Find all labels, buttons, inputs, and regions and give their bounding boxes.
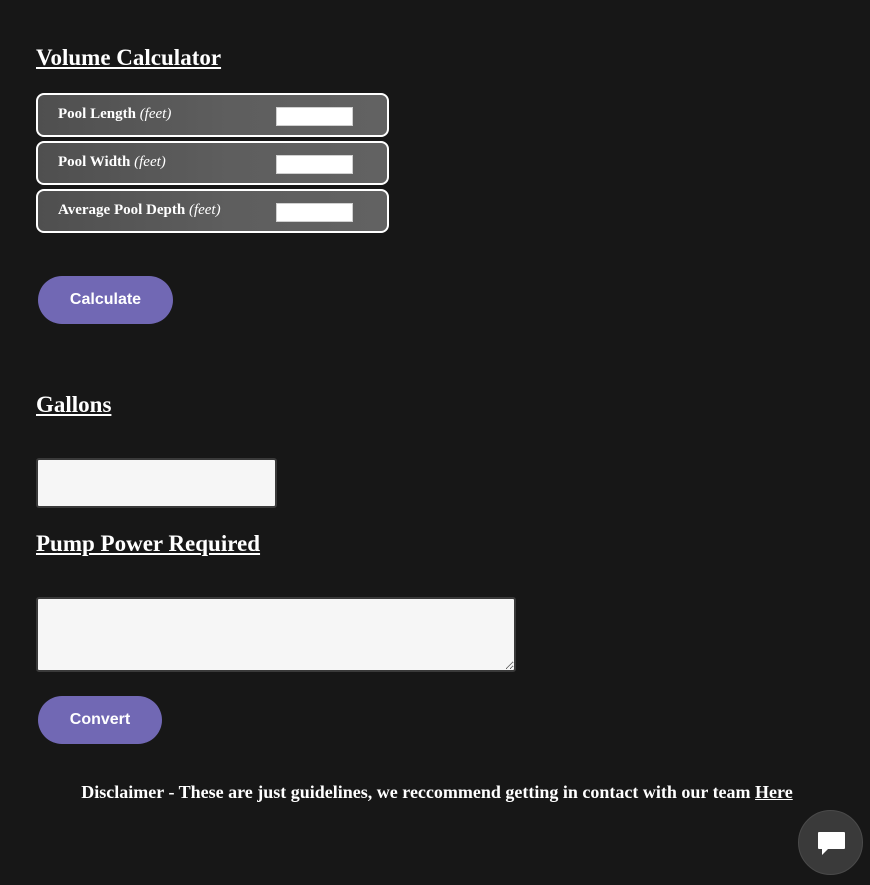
pump-power-output[interactable] <box>36 597 516 672</box>
calculate-button[interactable]: Calculate <box>38 276 173 324</box>
pool-width-unit: (feet) <box>134 154 166 170</box>
pool-width-input[interactable] <box>276 155 353 174</box>
gallons-output[interactable] <box>36 458 277 508</box>
disclaimer-text: Disclaimer - These are just guidelines, … <box>81 782 756 802</box>
pool-depth-label: Average Pool Depth (feet) <box>58 202 221 219</box>
pool-width-label: Pool Width (feet) <box>58 154 166 171</box>
convert-button[interactable]: Convert <box>38 696 162 744</box>
pool-depth-input[interactable] <box>276 203 353 222</box>
chat-button[interactable] <box>798 810 863 875</box>
pool-length-row: Pool Length (feet) <box>36 93 389 137</box>
pool-length-label-text: Pool Length <box>58 106 136 122</box>
contact-here-link[interactable]: Here <box>755 782 793 802</box>
disclaimer: Disclaimer - These are just guidelines, … <box>0 782 870 803</box>
volume-calculator-title: Volume Calculator <box>36 45 222 70</box>
chat-bubble-icon <box>818 832 845 855</box>
pool-width-row: Pool Width (feet) <box>36 141 389 185</box>
pool-depth-row: Average Pool Depth (feet) <box>36 189 389 233</box>
pool-length-label: Pool Length (feet) <box>58 106 171 123</box>
pool-length-input[interactable] <box>276 107 353 126</box>
pump-power-title: Pump Power Required <box>36 531 261 556</box>
gallons-title: Gallons <box>36 392 112 417</box>
pool-length-unit: (feet) <box>139 106 172 122</box>
pool-width-label-text: Pool Width <box>58 154 131 170</box>
pool-depth-label-text: Average Pool Depth <box>58 202 186 218</box>
pool-depth-unit: (feet) <box>188 202 221 218</box>
